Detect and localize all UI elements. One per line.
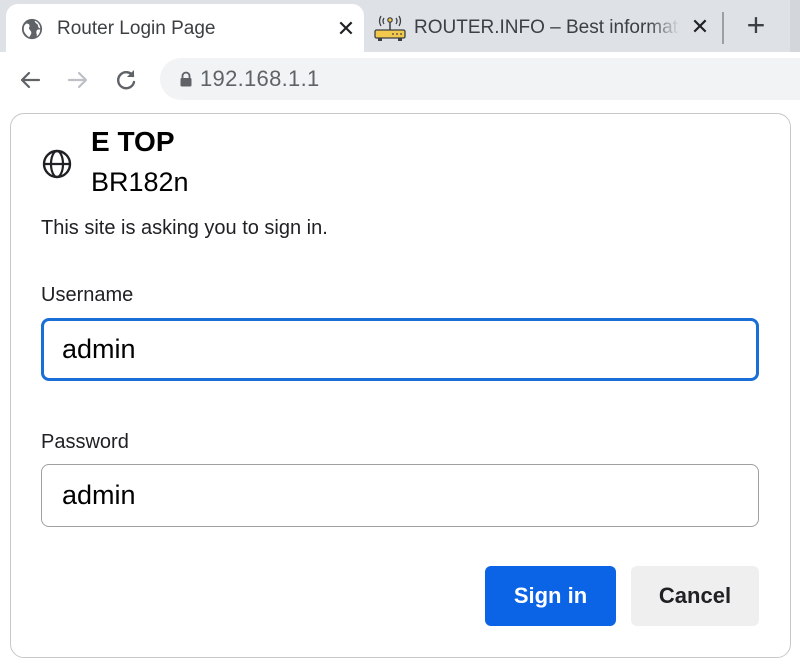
tab-close-button[interactable]: ✕ (334, 17, 358, 41)
forward-arrow-icon (67, 71, 88, 89)
sign-in-button[interactable]: Sign in (485, 566, 616, 626)
cancel-button[interactable]: Cancel (631, 566, 759, 626)
sign-in-dialog: E TOP BR182n This site is asking you to … (10, 113, 791, 658)
password-label: Password (41, 431, 129, 453)
site-name: E TOP (91, 126, 175, 157)
username-label: Username (41, 284, 134, 306)
tab-router-login[interactable]: Router Login Page ✕ (6, 4, 364, 54)
reload-icon (117, 70, 136, 90)
back-button[interactable] (14, 64, 46, 96)
site-subtitle: BR182n (91, 167, 189, 197)
reload-button[interactable] (110, 64, 142, 96)
password-field[interactable] (41, 464, 759, 527)
tab-strip-edge (790, 0, 800, 52)
router-icon (374, 15, 406, 41)
tab-title: Router Login Page (57, 18, 216, 39)
address-bar[interactable]: 192.168.1.1 (160, 58, 800, 100)
lock-icon (180, 71, 192, 87)
forward-button[interactable] (62, 64, 94, 96)
tab-strip: Router Login Page ✕ ROUTER.INFO – Best i… (0, 0, 800, 54)
tab-close-button[interactable]: ✕ (688, 15, 712, 39)
back-arrow-icon (20, 71, 41, 89)
tab-separator (722, 12, 724, 44)
sign-in-prompt: This site is asking you to sign in. (41, 217, 328, 239)
url-text: 192.168.1.1 (200, 66, 320, 91)
username-field[interactable] (41, 318, 759, 381)
tab-title: ROUTER.INFO – Best information (414, 17, 680, 38)
tab-router-info[interactable]: ROUTER.INFO – Best information ✕ (366, 4, 721, 50)
globe-icon (21, 18, 43, 40)
globe-outline-icon (42, 149, 72, 179)
browser-toolbar: 192.168.1.1 (0, 52, 800, 108)
new-tab-button[interactable]: + (740, 9, 772, 42)
